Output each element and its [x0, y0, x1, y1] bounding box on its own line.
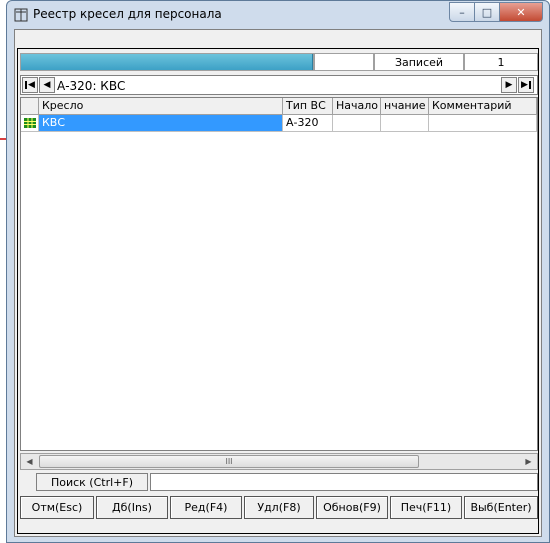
first-record-icon: ◀: [25, 80, 35, 90]
column-header-comment[interactable]: Комментарий: [429, 98, 537, 115]
table-header: Кресло Тип ВС Начало нчание Комментарий: [21, 98, 537, 115]
select-button[interactable]: Выб(Enter): [464, 496, 538, 519]
records-label: Записей: [374, 53, 464, 71]
print-button[interactable]: Печ(F11): [390, 496, 462, 519]
next-record-icon: ▶: [505, 80, 513, 90]
cell-start[interactable]: [333, 115, 381, 132]
cell-comment[interactable]: [429, 115, 537, 132]
header-indicator-cell: [21, 98, 39, 115]
progress-bar-fill: [21, 54, 313, 70]
current-record-text: А-320: КВС: [57, 79, 126, 93]
refresh-button[interactable]: Обнов(F9): [316, 496, 388, 519]
column-header-end[interactable]: нчание: [381, 98, 429, 115]
main-window: Реестр кресел для персонала – □ ✕ Записе…: [6, 0, 550, 543]
cell-aircraft-type[interactable]: А-320: [283, 115, 333, 132]
maximize-icon: □: [481, 5, 493, 19]
last-record-icon: ▶: [521, 80, 531, 90]
cell-seat[interactable]: КВС: [39, 115, 283, 132]
title-bar[interactable]: Реестр кресел для персонала – □ ✕: [7, 1, 549, 29]
row-indicator-cell: [21, 115, 39, 132]
form-panel: Записей 1 ◀ ◀ А-320: КВС ▶ ▶ Кресло Тип …: [17, 48, 539, 534]
scroll-right-button[interactable]: ▶: [520, 454, 537, 469]
column-header-start[interactable]: Начало: [333, 98, 381, 115]
table-row[interactable]: КВС А-320: [21, 115, 537, 132]
minimize-button[interactable]: –: [449, 2, 475, 22]
close-icon: ✕: [516, 5, 526, 19]
scrollbar-thumb[interactable]: III: [39, 455, 419, 468]
status-blank-cell: [314, 53, 374, 71]
scroll-left-button[interactable]: ◀: [21, 454, 38, 469]
cell-end[interactable]: [381, 115, 429, 132]
column-header-seat[interactable]: Кресло: [39, 98, 283, 115]
client-area: Записей 1 ◀ ◀ А-320: КВС ▶ ▶ Кресло Тип …: [14, 29, 542, 537]
last-record-button[interactable]: ▶: [518, 77, 534, 93]
edit-button[interactable]: Ред(F4): [170, 496, 242, 519]
first-record-button[interactable]: ◀: [22, 77, 38, 93]
prev-record-button[interactable]: ◀: [39, 77, 55, 93]
records-count: 1: [464, 53, 538, 71]
add-button[interactable]: Дб(Ins): [96, 496, 168, 519]
record-navigator: ◀ ◀ А-320: КВС ▶ ▶: [20, 75, 538, 95]
close-button[interactable]: ✕: [499, 2, 543, 22]
scrollbar-grip-icon: III: [225, 457, 233, 466]
window-title: Реестр кресел для персонала: [33, 7, 222, 21]
minimize-icon: –: [459, 5, 465, 19]
delete-button[interactable]: Удл(F8): [244, 496, 314, 519]
scroll-left-icon: ◀: [26, 457, 33, 466]
scroll-right-icon: ▶: [525, 457, 532, 466]
row-indicator-icon: [23, 118, 36, 128]
prev-record-icon: ◀: [43, 80, 51, 90]
seat-table: Кресло Тип ВС Начало нчание Комментарий: [20, 97, 538, 451]
cancel-button[interactable]: Отм(Esc): [20, 496, 94, 519]
column-header-aircraft-type[interactable]: Тип ВС: [283, 98, 333, 115]
progress-bar: [20, 53, 314, 71]
search-input[interactable]: [150, 473, 538, 491]
app-icon: [14, 8, 28, 22]
horizontal-scrollbar[interactable]: ◀ III ▶: [20, 453, 538, 470]
maximize-button[interactable]: □: [474, 2, 500, 22]
search-button[interactable]: Поиск (Ctrl+F): [36, 473, 148, 491]
next-record-button[interactable]: ▶: [501, 77, 517, 93]
